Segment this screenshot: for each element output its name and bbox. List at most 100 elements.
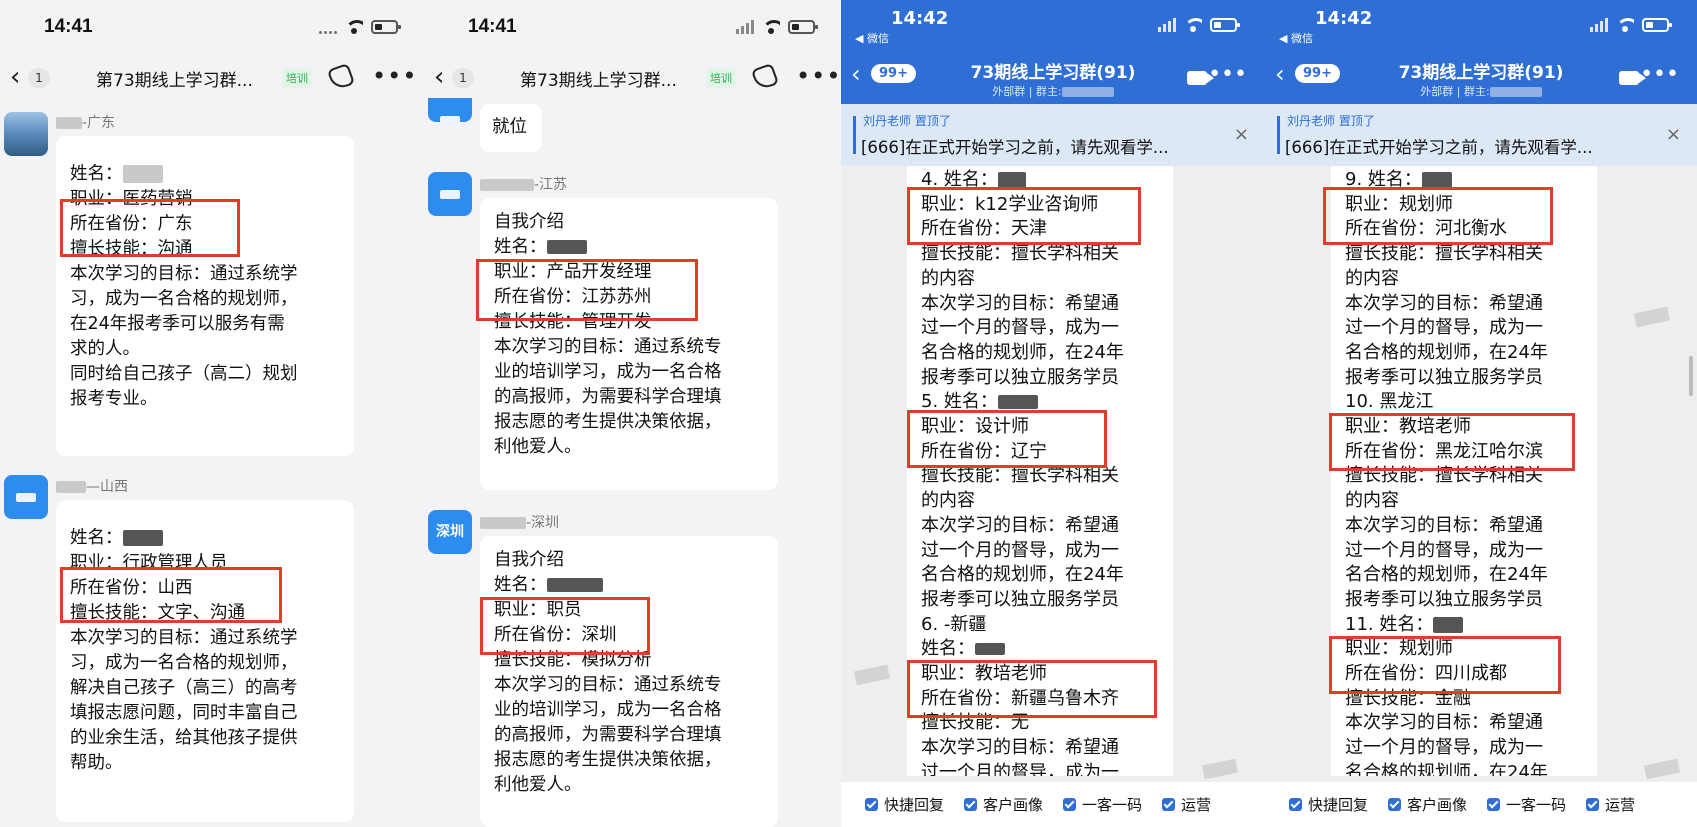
message-bubble[interactable]: 自我介绍 姓名： 职业：产品开发经理 所在省份：江苏苏州 擅长技能：管理开发 本… — [480, 198, 778, 490]
redacted-name — [480, 179, 534, 191]
message-line: 的高报师，为需要科学合理填 — [494, 725, 722, 745]
redacted-name — [122, 165, 163, 183]
message-line: 解决自己孩子（高三）的高考 — [70, 678, 298, 698]
close-icon[interactable]: × — [1666, 124, 1681, 145]
message-line: 本次学习的目标：希望通 — [921, 292, 1119, 314]
checkbox-icon — [1388, 798, 1402, 811]
avatar[interactable] — [4, 112, 48, 156]
status-time: 14:42 — [1315, 8, 1373, 29]
sender-name: -深圳 — [480, 512, 559, 532]
checkbox-icon — [865, 798, 878, 811]
call-icon[interactable] — [326, 62, 356, 92]
customer-profile-button[interactable]: 客户画像 — [1388, 794, 1467, 815]
chat-header: 14:42 ◀ 微信 ‹ 99+ 73期线上学习群(91) 外部群 | 群主: … — [1265, 0, 1697, 104]
message-line: 业的培训学习，成为一名合格 — [494, 362, 722, 382]
redacted-name — [1433, 616, 1464, 633]
message-bubble[interactable]: 自我介绍 姓名： 职业：职员 所在省份：深圳 擅长技能：模拟分析 本次学习的目标… — [480, 536, 778, 827]
message-line: 报考季可以独立服务学员 — [921, 366, 1119, 388]
message-line: 习，成为一名合格的规划师， — [70, 289, 298, 309]
chat-subtitle: 外部群 | 群主: — [1265, 83, 1697, 99]
pinned-by: 刘丹老师 置顶了 — [1287, 114, 1375, 128]
quick-action-bar: 快捷回复 客户画像 一客一码 运营 — [1265, 782, 1697, 827]
redacted-name — [997, 172, 1026, 188]
message-line: 本次学习的目标：通过系统学 — [70, 628, 298, 648]
customer-profile-button[interactable]: 客户画像 — [964, 794, 1043, 815]
redacted-name — [997, 395, 1038, 410]
message-line: 填报志愿问题，同时丰富自己 — [70, 703, 298, 723]
signal-icon — [736, 20, 754, 34]
return-to-app[interactable]: ◀ 微信 — [1279, 30, 1313, 46]
message-bubble[interactable]: 姓名： 职业：行政管理人员 所在省份：山西 擅长技能：文字、沟通 本次学习的目标… — [56, 500, 354, 822]
message-line: 业的培训学习，成为一名合格 — [494, 700, 722, 720]
signal-icon — [1158, 18, 1176, 32]
status-bar: 14:41 — [0, 0, 424, 56]
pinned-message[interactable]: 刘丹老师 置顶了 [666]在正式开始学习之前，请先观看学... × — [841, 104, 1265, 166]
message-line: 本次学习的目标：希望通 — [1345, 712, 1543, 734]
message-line: 名合格的规划师，在24年 — [1345, 761, 1548, 776]
message-line: 10. 黑龙江 — [1345, 391, 1434, 413]
pinned-message[interactable]: 刘丹老师 置顶了 [666]在正式开始学习之前，请先观看学... × — [1265, 104, 1697, 166]
avatar[interactable] — [428, 98, 472, 125]
more-button[interactable]: ••• — [372, 62, 417, 90]
message-line: 报志愿的考生提供决策依据， — [494, 750, 722, 770]
operations-button[interactable]: 运营 — [1586, 794, 1635, 815]
video-call-icon[interactable] — [1619, 71, 1646, 85]
message-line: 习，成为一名合格的规划师， — [70, 653, 298, 673]
avatar[interactable] — [428, 172, 472, 216]
unread-count-badge: 1 — [452, 68, 474, 88]
message-line: 报考季可以独立服务学员 — [921, 588, 1119, 610]
wifi-icon — [1184, 18, 1202, 32]
redacted-name — [56, 481, 86, 493]
message-line: 本次学习的目标：希望通 — [921, 737, 1119, 759]
message-line: 过一个月的督导，成为一 — [1345, 317, 1543, 339]
status-time: 14:41 — [44, 16, 93, 37]
chat-title[interactable]: 第73期线上学习群... — [96, 66, 253, 91]
message-line: 姓名： — [494, 235, 764, 260]
operations-button[interactable]: 运营 — [1162, 794, 1211, 815]
checkbox-icon — [1289, 798, 1302, 811]
quick-reply-button[interactable]: 快捷回复 — [865, 794, 944, 815]
message-line: 名合格的规划师，在24年 — [921, 341, 1124, 363]
checkbox-icon — [1063, 798, 1077, 811]
message-line: 11. 姓名： — [1345, 613, 1583, 638]
signal-icon — [319, 20, 337, 34]
message-bubble[interactable]: 姓名： 职业：医药营销 所在省份：广东 擅长技能：沟通 本次学习的目标：通过系统… — [56, 136, 354, 456]
scrollbar-thumb[interactable] — [1689, 356, 1693, 396]
close-icon[interactable]: × — [1234, 124, 1249, 145]
quick-reply-button[interactable]: 快捷回复 — [1289, 794, 1368, 815]
back-button[interactable]: ‹ — [434, 62, 444, 92]
checkbox-icon — [964, 798, 978, 811]
return-to-app[interactable]: ◀ 微信 — [855, 30, 889, 46]
message-line: 过一个月的督导，成为一 — [921, 539, 1119, 561]
message-line: 本次学习的目标：通过系统专 — [494, 675, 722, 695]
chat-title[interactable]: 第73期线上学习群... — [520, 66, 677, 91]
video-call-icon[interactable] — [1187, 71, 1214, 85]
highlight-box — [480, 597, 650, 655]
redacted-name — [546, 578, 603, 592]
message-line: 本次学习的目标：希望通 — [921, 514, 1119, 536]
back-button[interactable]: ‹ — [10, 62, 20, 92]
watermark — [853, 664, 891, 686]
more-button[interactable]: ••• — [1208, 62, 1247, 87]
pinned-accent — [1277, 116, 1280, 154]
message-line: 本次学习的目标：通过系统学 — [70, 264, 298, 284]
sender-name: -江苏 — [480, 174, 567, 194]
more-button[interactable]: ••• — [1640, 62, 1679, 87]
message-line: 报考季可以独立服务学员 — [1345, 366, 1543, 388]
avatar[interactable] — [4, 475, 48, 519]
sender-region: —山西 — [86, 479, 128, 495]
message-line: 姓名： — [70, 526, 340, 551]
call-icon[interactable] — [750, 62, 780, 92]
group-tag: 培训 — [706, 68, 736, 88]
one-customer-code-button[interactable]: 一客一码 — [1487, 794, 1566, 815]
sender-name: -广东 — [56, 112, 115, 132]
message-line: 的高报师，为需要科学合理填 — [494, 387, 722, 407]
more-button[interactable]: ••• — [796, 62, 841, 90]
status-icons — [1590, 18, 1672, 32]
one-customer-code-button[interactable]: 一客一码 — [1063, 794, 1142, 815]
message-line: 的内容 — [1345, 267, 1399, 289]
unread-count-badge: 1 — [28, 68, 50, 88]
avatar[interactable]: 深圳 — [428, 510, 472, 554]
message-bubble[interactable]: 就位 — [480, 104, 542, 152]
message-line: 擅长技能：擅长学科相关 — [921, 465, 1119, 487]
